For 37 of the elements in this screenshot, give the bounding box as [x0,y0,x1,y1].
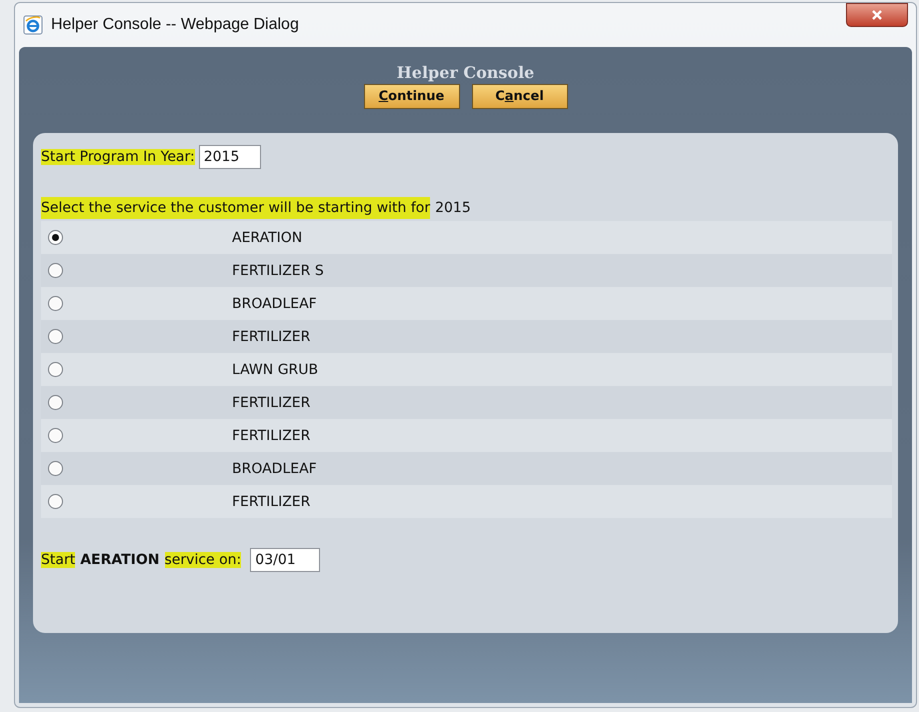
radio-button[interactable] [48,263,63,278]
service-name: LAWN GRUB [232,362,318,378]
service-name: FERTILIZER S [232,262,324,278]
year-input[interactable]: 2015 [198,145,261,169]
start-label: service on: [164,552,242,568]
radio-button[interactable] [48,296,63,311]
service-name: FERTILIZER [232,494,310,510]
dialog-button[interactable]: Continue [364,84,460,109]
browser-icon [23,15,43,35]
prompt-text: 2015 [435,199,471,218]
service-name: BROADLEAF [232,460,317,476]
service-name: FERTILIZER [232,394,310,410]
service-row[interactable]: FERTILIZER [41,419,892,452]
service-row[interactable]: FERTILIZER [41,485,892,518]
radio-button[interactable] [48,230,63,245]
service-name: AERATION [232,230,302,246]
radio-button[interactable] [48,329,63,344]
start-label: Start [41,552,76,568]
radio-button[interactable] [48,395,63,410]
service-row[interactable]: LAWN GRUB [41,353,892,386]
service-row[interactable]: AERATION [41,221,892,254]
service-row[interactable]: BROADLEAF [41,287,892,320]
radio-button[interactable] [48,461,63,476]
close-button[interactable] [846,3,908,27]
close-icon [871,9,883,21]
service-name: FERTILIZER [232,428,310,444]
console-title: Helper Console [396,63,534,82]
radio-button[interactable] [48,362,63,377]
radio-button[interactable] [48,494,63,509]
dialog-button[interactable]: Cancel [472,84,568,109]
service-name: BROADLEAF [232,296,317,312]
service-name: FERTILIZER [232,328,310,344]
date-input[interactable]: 03/01 [250,548,320,572]
start-label: AERATION [80,552,160,568]
year-label: Start Program In Year: [41,149,195,165]
radio-button[interactable] [48,428,63,443]
window-title: Helper Console -- Webpage Dialog [51,16,299,34]
